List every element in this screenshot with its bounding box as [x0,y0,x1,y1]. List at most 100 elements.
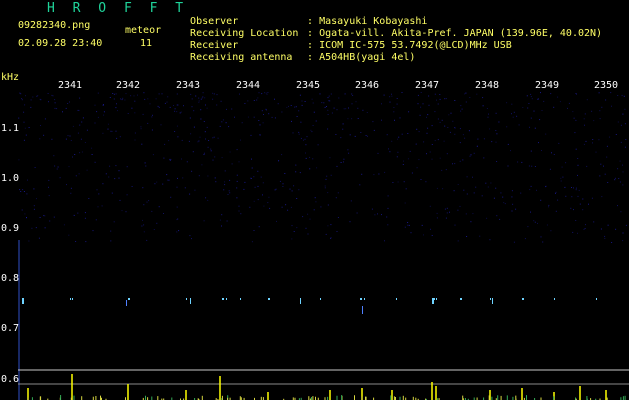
noise-dot [158,206,160,208]
noise-dot [528,103,530,104]
noise-dot [176,125,178,127]
noise-dot [197,141,199,143]
noise-dot [98,193,100,195]
noise-dot [44,227,46,229]
noise-dot [284,173,286,174]
noise-dot [191,238,192,240]
noise-dot [229,179,231,181]
meteor-echo [460,298,462,300]
noise-dot [405,188,407,190]
noise-dot [615,134,617,135]
noise-dot [77,109,79,111]
noise-dot [359,184,361,186]
noise-dot [454,224,456,226]
noise-dot [253,100,255,101]
noise-dot [48,195,50,197]
noise-dot [387,207,389,209]
noise-dot [386,216,388,218]
noise-dot [367,135,368,137]
noise-dot [151,129,153,131]
noise-dot [228,126,230,128]
noise-dot [584,228,586,229]
noise-dot [356,212,358,214]
noise-dot [73,214,75,216]
noise-dot [498,121,500,123]
noise-dot [614,179,616,181]
noise-dot [513,111,515,113]
noise-dot [428,104,430,106]
noise-dot [315,201,317,203]
noise-dot [56,168,58,170]
noise-dot [595,151,597,153]
noise-dot [256,99,258,101]
meteor-echo [432,298,434,304]
meteor-echo [320,298,321,300]
noise-dot [542,241,544,243]
noise-dot [121,210,123,212]
noise-dot [518,124,520,126]
noise-dot [254,186,256,188]
noise-dot [116,103,117,105]
noise-dot [493,197,495,199]
noise-dot [396,156,398,158]
noise-dot [216,104,218,106]
noise-dot [92,230,94,232]
noise-dot [238,161,240,163]
noise-dot [372,121,374,123]
noise-dot [465,213,467,215]
noise-dot [95,219,97,221]
noise-dot [108,176,110,178]
noise-dot [576,93,577,95]
noise-dot [295,106,297,108]
noise-dot [439,98,441,100]
noise-dot [258,120,260,121]
noise-dot [212,92,214,94]
noise-dot [495,187,497,189]
noise-dot [26,193,28,195]
noise-dot [200,98,202,100]
noise-dot [293,185,295,187]
noise-dot [381,103,382,105]
noise-dot [124,99,126,101]
noise-dot [18,159,20,161]
noise-dot [551,152,552,154]
noise-dot [221,157,223,159]
noise-dot [51,94,53,96]
noise-dot [23,111,25,113]
noise-dot [115,107,117,109]
noise-dot [625,224,627,226]
time-tick-label: 2345 [295,80,321,91]
noise-dot [220,100,222,102]
noise-dot [348,152,350,154]
noise-dot [426,132,428,134]
noise-dot [168,140,170,142]
noise-dot [120,98,122,100]
noise-dot [489,239,491,241]
noise-dot [343,161,344,163]
noise-dot [462,159,464,161]
noise-dot [291,120,292,122]
noise-dot [198,100,200,102]
noise-dot [176,219,178,221]
noise-dot [152,154,154,156]
noise-dot [327,114,329,115]
noise-dot [79,124,81,126]
noise-dot [251,167,253,169]
noise-dot [436,99,437,101]
noise-dot [349,134,351,136]
noise-dot [534,221,536,223]
noise-dot [290,105,292,106]
noise-dot [545,185,547,187]
meteor-echo [490,298,491,300]
noise-dot [415,143,417,145]
noise-dot [475,186,477,188]
noise-dot [101,205,103,207]
noise-dot [528,165,530,167]
noise-dot [204,97,206,99]
noise-dot [194,189,196,191]
noise-dot [326,175,328,177]
meteor-echo [362,306,363,314]
noise-dot [102,105,104,106]
noise-dot [261,110,263,112]
noise-dot [389,101,391,103]
